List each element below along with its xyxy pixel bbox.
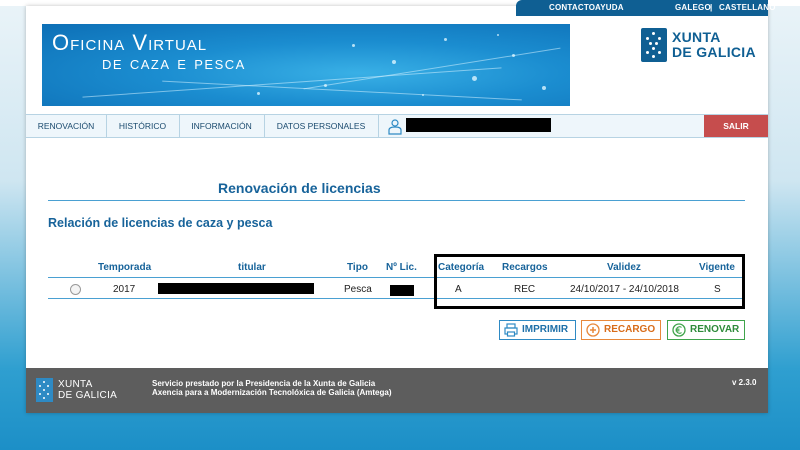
redacted-titular: [158, 283, 314, 294]
col-header-tipo: Tipo: [347, 262, 368, 273]
renovar-button-label: RENOVAR: [690, 324, 740, 335]
language-separator: |: [710, 3, 713, 12]
nav-renovacion[interactable]: RENOVACIÓN: [26, 115, 107, 137]
plus-circle-icon: [586, 323, 600, 337]
footer-service-line1: Servicio prestado por la Presidencia de …: [152, 379, 376, 388]
footer-logo-line2: DE GALICIA: [58, 390, 118, 401]
xunta-emblem-icon: [641, 28, 667, 62]
footer-service-line2: Axencia para a Modernización Tecnolóxica…: [152, 388, 392, 397]
euro-circle-icon: [672, 323, 686, 337]
print-button[interactable]: IMPRIMIR: [499, 320, 576, 340]
user-info: [378, 115, 553, 137]
col-header-titular: titular: [238, 262, 266, 273]
xunta-logo-line1: XUNTA: [672, 29, 721, 45]
ayuda-link[interactable]: AYUDA: [595, 3, 624, 12]
recargo-button-label: RECARGO: [604, 324, 656, 335]
top-utility-bar: CONTACTO AYUDA GALEGO | CASTELLANO: [516, 0, 775, 16]
row-select-radio[interactable]: [70, 284, 81, 295]
col-header-num-licencia: Nº Lic.: [386, 262, 417, 273]
footer-logo-line1: XUNTA: [58, 379, 93, 390]
title-divider: [48, 200, 745, 201]
user-icon: [388, 119, 402, 135]
main-nav: RENOVACIÓN HISTÓRICO INFORMACIÓN DATOS P…: [26, 114, 768, 138]
xunta-logo-text: XUNTA DE GALICIA: [672, 30, 756, 60]
language-castellano-link[interactable]: CASTELLANO: [719, 3, 776, 12]
contacto-link[interactable]: CONTACTO: [549, 3, 595, 12]
language-galego-link[interactable]: GALEGO: [675, 3, 711, 12]
nav-datos-personales[interactable]: DATOS PERSONALES: [264, 115, 379, 137]
cell-temporada: 2017: [113, 284, 136, 295]
print-button-label: IMPRIMIR: [522, 324, 569, 335]
banner-title-line2: de caza e pesca: [102, 53, 246, 74]
footer-logo-text: XUNTA DE GALICIA: [58, 379, 117, 401]
logout-button[interactable]: SALIR: [704, 115, 768, 137]
section-subtitle: Relación de licencias de caza y pesca: [48, 216, 273, 230]
renovar-button[interactable]: RENOVAR: [667, 320, 745, 340]
footer-xunta-logo[interactable]: XUNTA DE GALICIA: [36, 378, 126, 404]
xunta-logo-line2: DE GALICIA: [672, 44, 756, 60]
recargo-button[interactable]: RECARGO: [581, 320, 661, 340]
xunta-logo[interactable]: XUNTA DE GALICIA: [641, 28, 761, 66]
cell-tipo: Pesca: [344, 284, 372, 295]
footer: XUNTA DE GALICIA Servicio prestado por l…: [26, 368, 768, 413]
col-header-temporada: Temporada: [98, 262, 152, 273]
footer-emblem-icon: [36, 378, 53, 402]
redacted-license-number: [390, 285, 414, 296]
annotation-highlight-box: [434, 254, 745, 309]
header-banner: Oficina Virtual de caza e pesca: [42, 24, 570, 106]
printer-icon: [504, 323, 518, 337]
nav-historico[interactable]: HISTÓRICO: [106, 115, 180, 137]
app-version: v 2.3.0: [732, 378, 757, 387]
page-title: Renovación de licencias: [218, 180, 381, 196]
nav-informacion[interactable]: INFORMACIÓN: [179, 115, 265, 137]
redacted-user-name: [406, 118, 551, 132]
